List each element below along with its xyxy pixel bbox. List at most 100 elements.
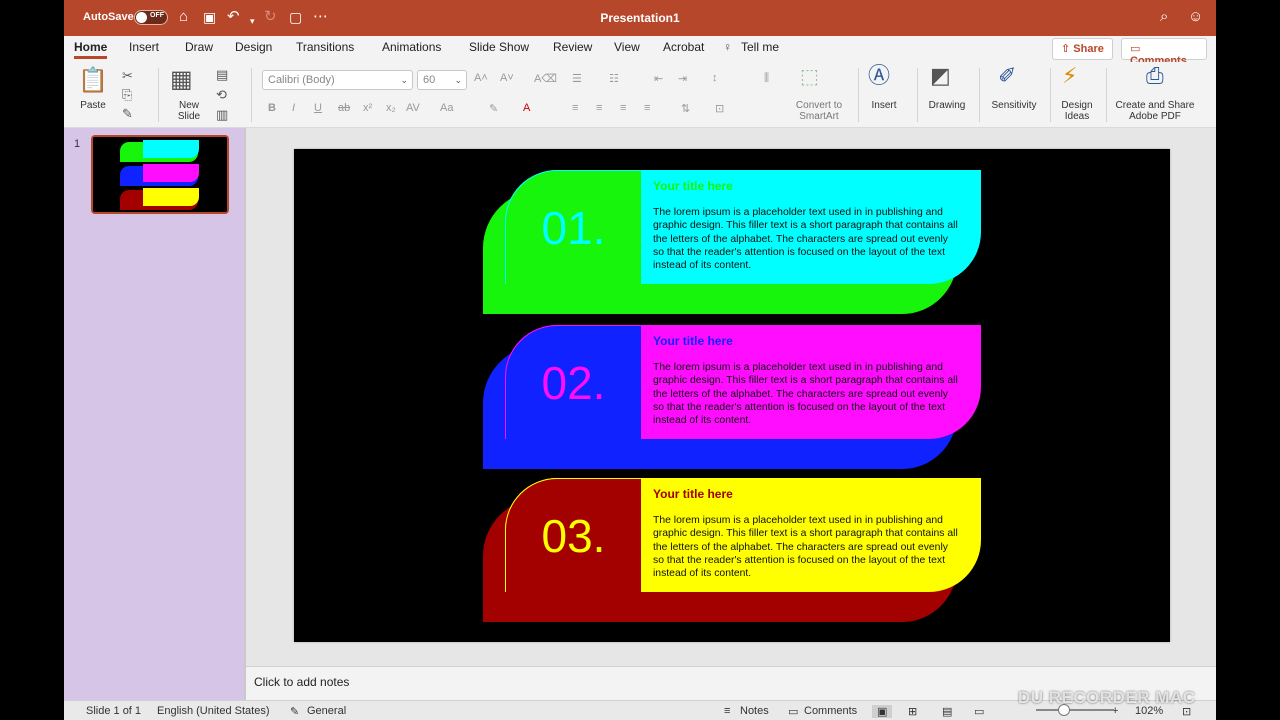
ribbon-separator bbox=[158, 68, 159, 122]
share-icon: ⇧ bbox=[1061, 43, 1071, 55]
decrease-font-icon[interactable]: A˅ bbox=[500, 72, 514, 84]
ribbon-separator bbox=[251, 68, 252, 122]
design-ideas-label-1: Design bbox=[1061, 100, 1093, 111]
step-2-number: 02. bbox=[541, 356, 606, 409]
new-slide-label-1: New bbox=[178, 100, 199, 111]
drawing-label: Drawing bbox=[928, 100, 966, 111]
justify-icon[interactable]: ≡ bbox=[644, 102, 650, 114]
drawing-icon[interactable]: ◩ bbox=[930, 65, 951, 87]
ribbon-tabs: Home Insert Draw Design Transitions Anim… bbox=[64, 36, 1216, 62]
change-case-icon[interactable]: Aa bbox=[440, 102, 453, 114]
step-2-title: Your title here bbox=[653, 334, 733, 348]
design-ideas-label-2: Ideas bbox=[1064, 111, 1090, 122]
step-3-number: 03. bbox=[541, 509, 606, 562]
comment-icon: ▭ bbox=[1130, 43, 1141, 55]
tab-view[interactable]: View bbox=[614, 40, 640, 54]
superscript-icon[interactable]: x² bbox=[363, 102, 372, 114]
italic-icon[interactable]: I bbox=[292, 102, 295, 114]
sensitivity-icon[interactable]: ✐ bbox=[998, 65, 1016, 87]
step-3-number-box: 03. bbox=[505, 478, 641, 592]
notes-toggle[interactable]: Notes bbox=[740, 705, 769, 717]
comments-button[interactable]: ▭ Comments bbox=[1121, 38, 1207, 67]
align-right-icon[interactable]: ≡ bbox=[620, 102, 626, 114]
step-1-body: The lorem ipsum is a placeholder text us… bbox=[653, 207, 958, 272]
underline-icon[interactable]: U bbox=[314, 102, 322, 114]
tab-transitions[interactable]: Transitions bbox=[296, 40, 354, 54]
step-2-body: The lorem ipsum is a placeholder text us… bbox=[653, 362, 958, 427]
reading-view-icon[interactable]: ▤ bbox=[942, 705, 952, 718]
increase-indent-icon[interactable]: ⇥ bbox=[678, 72, 687, 85]
slide-thumbnail-panel: 1 bbox=[64, 128, 244, 700]
bullets-icon[interactable]: ☰ bbox=[572, 72, 582, 85]
slide[interactable]: 01. Your title here The lorem ipsum is a… bbox=[294, 149, 1170, 642]
letterbox-left bbox=[0, 0, 64, 720]
insert-textbox-icon[interactable]: Ⓐ bbox=[868, 65, 890, 87]
text-direction-icon[interactable]: ⇅ bbox=[681, 102, 690, 115]
numbering-icon[interactable]: ☷ bbox=[609, 72, 619, 85]
section-icon[interactable]: ▥ bbox=[216, 106, 228, 124]
format-painter-icon[interactable]: ✎ bbox=[122, 105, 133, 123]
tab-review[interactable]: Review bbox=[553, 40, 592, 54]
increase-font-icon[interactable]: A˄ bbox=[474, 72, 488, 84]
tab-design[interactable]: Design bbox=[235, 40, 272, 54]
language-indicator[interactable]: English (United States) bbox=[157, 705, 270, 717]
recorder-watermark: DU RECORDER MAC bbox=[1018, 688, 1196, 707]
normal-view-icon[interactable]: ▣ bbox=[872, 705, 893, 718]
align-text-icon[interactable]: ⊡ bbox=[715, 102, 724, 115]
step-3-title: Your title here bbox=[653, 487, 733, 501]
columns-icon[interactable]: ⫼ bbox=[764, 72, 769, 85]
tab-insert[interactable]: Insert bbox=[129, 40, 159, 54]
line-spacing-icon[interactable]: ↕ bbox=[712, 72, 718, 84]
zoom-slider-track[interactable] bbox=[1036, 709, 1114, 711]
slide-thumbnail[interactable] bbox=[91, 135, 229, 214]
document-title: Presentation1 bbox=[600, 11, 680, 25]
share-button[interactable]: ⇧ Share bbox=[1052, 38, 1113, 60]
font-size-value: 60 bbox=[423, 74, 436, 86]
subscript-icon[interactable]: x₂ bbox=[386, 102, 396, 114]
copy-icon[interactable]: ⎘ bbox=[122, 86, 132, 104]
step-item-3[interactable]: 03. Your title here The lorem ipsum is a… bbox=[483, 478, 981, 622]
tab-slide-show[interactable]: Slide Show bbox=[469, 40, 529, 54]
paste-icon[interactable]: 📋 bbox=[78, 68, 108, 94]
font-name-value: Calibri (Body) bbox=[268, 74, 335, 86]
tab-acrobat[interactable]: Acrobat bbox=[663, 40, 704, 54]
step-item-2[interactable]: 02. Your title here The lorem ipsum is a… bbox=[483, 325, 981, 469]
step-item-1[interactable]: 01. Your title here The lorem ipsum is a… bbox=[483, 170, 981, 314]
decrease-indent-icon[interactable]: ⇤ bbox=[654, 72, 663, 85]
align-left-icon[interactable]: ≡ bbox=[572, 102, 578, 114]
tab-draw[interactable]: Draw bbox=[185, 40, 213, 54]
cut-icon[interactable]: ✂ bbox=[122, 67, 133, 85]
slideshow-icon[interactable]: ▭ bbox=[974, 705, 984, 718]
convert-smartart-label-1: Convert to bbox=[795, 100, 843, 111]
bold-icon[interactable]: B bbox=[268, 102, 276, 114]
layout-icon[interactable]: ▤ bbox=[216, 66, 228, 84]
slide-sorter-icon[interactable]: ⊞ bbox=[908, 705, 917, 718]
font-color-icon[interactable]: A bbox=[523, 102, 530, 114]
font-size-select[interactable]: 60 ⌄ bbox=[417, 70, 467, 90]
comments-icon: ▭ bbox=[788, 706, 799, 718]
sensitivity-status[interactable]: General bbox=[307, 705, 346, 717]
thumbnail-number: 1 bbox=[74, 138, 81, 150]
design-ideas-icon[interactable]: ⚡ bbox=[1062, 65, 1077, 87]
tab-home[interactable]: Home bbox=[74, 40, 108, 59]
highlight-icon[interactable]: ✎ bbox=[489, 102, 498, 115]
search-icon[interactable]: ⌕ bbox=[1160, 9, 1168, 25]
clear-format-icon[interactable]: A⌫ bbox=[534, 72, 557, 85]
tell-me-search[interactable]: Tell me bbox=[741, 40, 779, 54]
adobe-pdf-icon[interactable]: ⎙ bbox=[1146, 65, 1164, 87]
step-1-number: 01. bbox=[541, 201, 606, 254]
font-name-select[interactable]: Calibri (Body) ⌄ bbox=[262, 70, 413, 90]
character-spacing-icon[interactable]: AV bbox=[406, 102, 420, 114]
title-bar: AutoSave OFF ⌂ ▣ ↶ ▾ ↻ ▢ ⋯ Presentation1… bbox=[64, 0, 1216, 36]
letterbox-right bbox=[1216, 0, 1280, 720]
tab-animations[interactable]: Animations bbox=[382, 40, 441, 54]
smartart-icon[interactable]: ⬚ bbox=[800, 67, 819, 87]
step-1-number-box: 01. bbox=[505, 170, 641, 284]
account-icon[interactable]: ☺ bbox=[1188, 9, 1203, 25]
align-center-icon[interactable]: ≡ bbox=[596, 102, 602, 114]
strikethrough-icon[interactable]: ab bbox=[338, 102, 350, 114]
insert-label: Insert bbox=[871, 100, 897, 111]
comments-toggle[interactable]: Comments bbox=[804, 705, 857, 717]
new-slide-icon[interactable]: ▦ bbox=[170, 67, 193, 93]
reset-icon[interactable]: ⟲ bbox=[216, 86, 227, 104]
